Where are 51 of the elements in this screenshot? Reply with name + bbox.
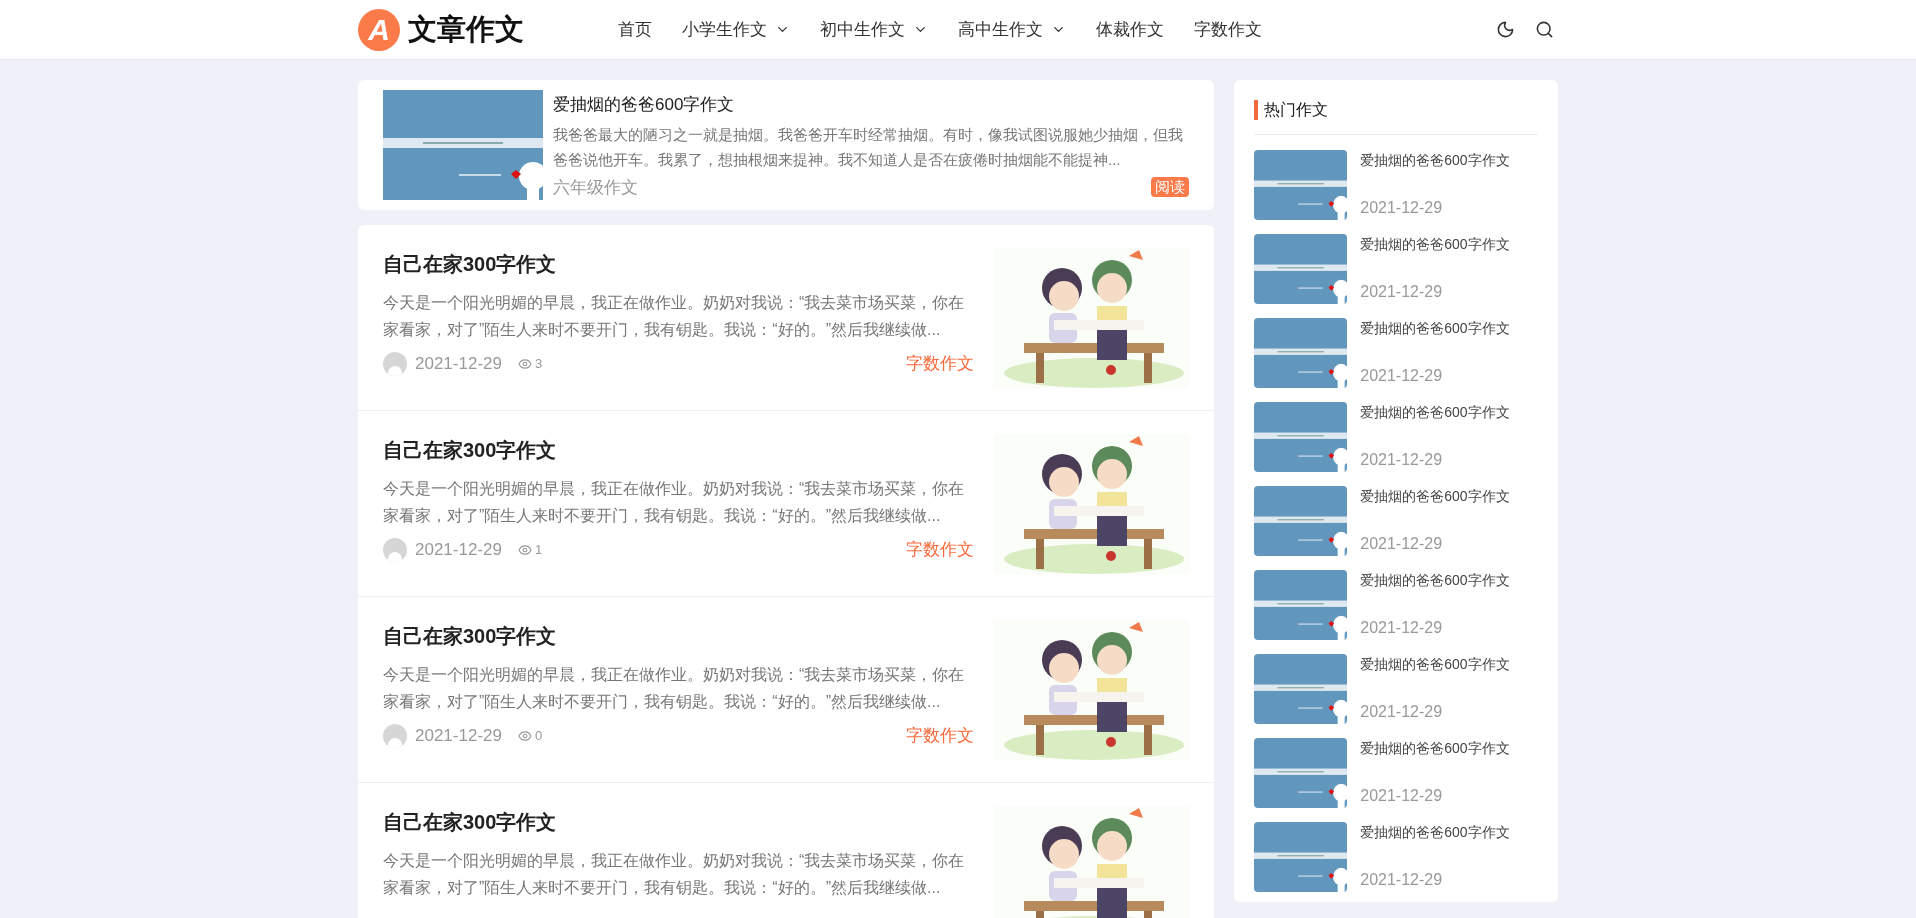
- popular-article-date: 2021-12-29: [1360, 702, 1444, 722]
- popular-article-date: 2021-12-29: [1360, 534, 1444, 554]
- popular-article-link[interactable]: 爱抽烟的爸爸600字作文: [1360, 318, 1510, 339]
- search-icon[interactable]: [1535, 20, 1554, 39]
- popular-article-date: 2021-12-29: [1360, 282, 1444, 302]
- popular-article-date: 2021-12-29: [1360, 618, 1444, 638]
- popular-article-date: 2021-12-29: [1360, 366, 1444, 386]
- avatar-icon: [383, 723, 407, 748]
- popular-article-link[interactable]: 爱抽烟的爸爸600字作文: [1360, 150, 1510, 171]
- popular-article-date: 2021-12-29: [1360, 198, 1444, 218]
- nav-link[interactable]: 小学生作文: [682, 16, 790, 43]
- eye-icon: [517, 542, 532, 557]
- moon-icon[interactable]: [1496, 20, 1515, 39]
- popular-article-date: 2021-12-29: [1360, 870, 1444, 890]
- eye-icon: [517, 728, 532, 743]
- article-excerpt: 今天是一个阳光明媚的早晨，我正在做作业。奶奶对我说：“我去菜市场买菜，你在家看家，对了”陌生人来时不要开门，我有钥匙。我说：“好的。”然后我继续做...: [383, 479, 966, 526]
- nav-link[interactable]: 体裁作文: [1096, 16, 1164, 43]
- avatar-icon: [383, 537, 407, 562]
- nav-link[interactable]: 字数作文: [1194, 16, 1262, 43]
- article-title[interactable]: 自己在家300字作文: [383, 621, 975, 651]
- view-count: 3: [534, 355, 543, 373]
- popular-article-date: 2021-12-29: [1360, 450, 1444, 470]
- article-excerpt: 今天是一个阳光明媚的早晨，我正在做作业。奶奶对我说：“我去菜市场买菜，你在家看家，对了”陌生人来时不要开门，我有钥匙。我说：“好的。”然后我继续做...: [383, 851, 966, 898]
- eye-icon: [517, 356, 532, 371]
- popular-article-link[interactable]: 爱抽烟的爸爸600字作文: [1360, 234, 1510, 255]
- popular-article-link[interactable]: 爱抽烟的爸爸600字作文: [1360, 822, 1510, 843]
- site-name[interactable]: 文章作文: [408, 7, 524, 52]
- article-excerpt: 今天是一个阳光明媚的早晨，我正在做作业。奶奶对我说：“我去菜市场买菜，你在家看家，对了”陌生人来时不要开门，我有钥匙。我说：“好的。”然后我继续做...: [383, 293, 966, 340]
- article-date: 2021-12-29: [415, 539, 502, 561]
- popular-article-link[interactable]: 爱抽烟的爸爸600字作文: [1360, 402, 1510, 423]
- article-date: 2021-12-29: [415, 725, 502, 747]
- article-title[interactable]: 自己在家300字作文: [383, 807, 975, 837]
- view-count: 0: [534, 727, 543, 745]
- avatar-icon: [383, 351, 407, 376]
- article-title[interactable]: 自己在家300字作文: [383, 249, 975, 279]
- article-title[interactable]: 自己在家300字作文: [383, 435, 975, 465]
- featured-excerpt: 我爸爸最大的陋习之一就是抽烟。我爸爸开车时经常抽烟。有时，像我试图说服她少抽烟，但我爸爸说他开车。我累了，想抽根烟来提神。我不知道人是否在疲倦时抽烟能不能提神...: [553, 124, 1184, 170]
- popular-article-date: 2021-12-29: [1360, 786, 1444, 806]
- featured-title[interactable]: 爱抽烟的爸爸600字作文: [553, 92, 1190, 118]
- popular-article-link[interactable]: 爱抽烟的爸爸600字作文: [1360, 654, 1510, 675]
- nav-link[interactable]: 首页: [618, 16, 652, 43]
- nav-link[interactable]: 初中生作文: [820, 16, 928, 43]
- article-date: 2021-12-29: [415, 353, 502, 375]
- view-count: 1: [534, 541, 543, 559]
- category-label: 六年级作文: [553, 176, 638, 199]
- popular-article-link[interactable]: 爱抽烟的爸爸600字作文: [1360, 738, 1510, 759]
- sidebar-title: 热门作文: [1264, 100, 1329, 120]
- popular-article-link[interactable]: 爱抽烟的爸爸600字作文: [1360, 486, 1510, 507]
- nav-link[interactable]: 高中生作文: [958, 16, 1066, 43]
- article-excerpt: 今天是一个阳光明媚的早晨，我正在做作业。奶奶对我说：“我去菜市场买菜，你在家看家，对了”陌生人来时不要开门，我有钥匙。我说：“好的。”然后我继续做...: [383, 665, 966, 712]
- popular-article-link[interactable]: 爱抽烟的爸爸600字作文: [1360, 570, 1510, 591]
